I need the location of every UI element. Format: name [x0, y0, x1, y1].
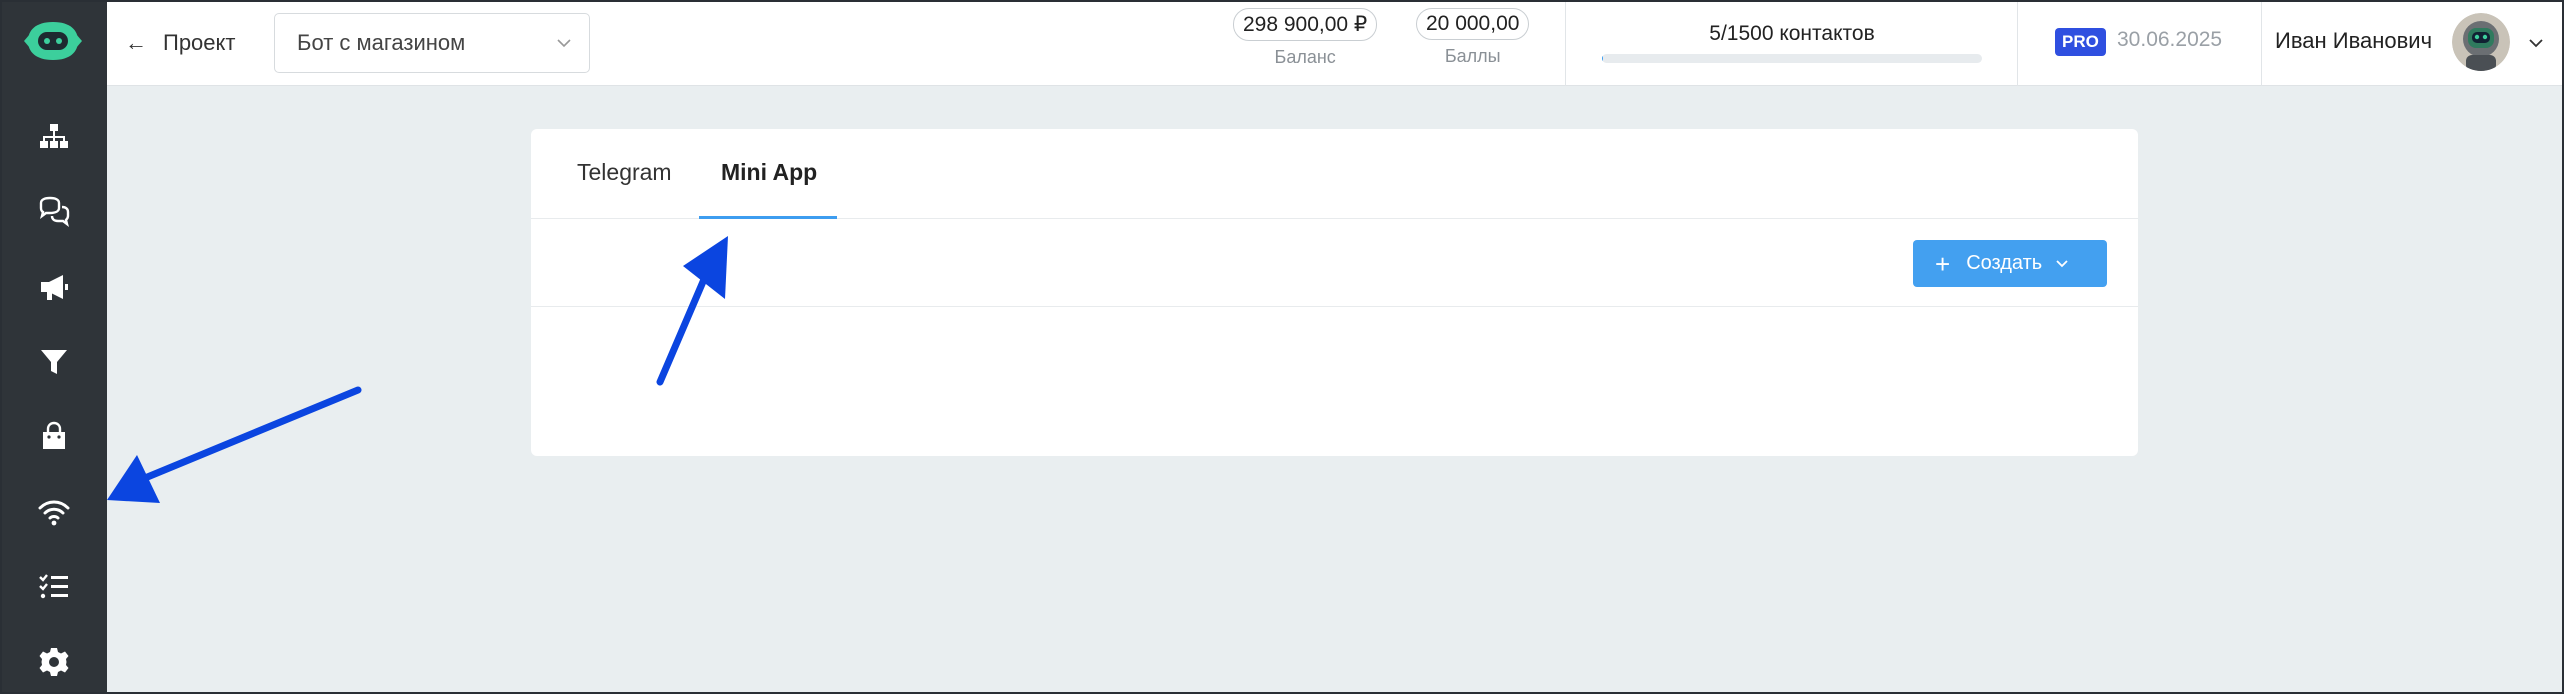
chevron-down-icon[interactable]	[2527, 34, 2545, 52]
balance-value: 298 900,00 ₽	[1233, 8, 1378, 41]
points-value: 20 000,00	[1416, 8, 1530, 40]
gear-icon[interactable]	[33, 641, 75, 683]
chat-bubbles-icon[interactable]	[33, 191, 75, 233]
divider	[2261, 0, 2262, 86]
tab-telegram[interactable]: Telegram	[577, 159, 672, 186]
contacts-count: 5/1500 контактов	[1709, 22, 1875, 45]
contacts-progress-bar	[1602, 54, 1982, 63]
megaphone-icon[interactable]	[33, 266, 75, 308]
bot-logo-icon[interactable]	[22, 18, 84, 64]
contacts-progress-fill	[1602, 54, 1604, 63]
tab-mini-app[interactable]: Mini App	[721, 159, 817, 186]
top-bar: ← Проект Бот с магазином 298 900,00 ₽ Ба…	[107, 0, 2564, 86]
chevron-down-icon	[2056, 259, 2068, 267]
create-button-label: Создать	[1966, 252, 2043, 274]
shopping-bag-icon[interactable]	[33, 416, 75, 458]
arrow-left-icon: ←	[125, 30, 147, 55]
pro-badge: PRO	[2055, 28, 2106, 56]
wifi-icon[interactable]	[33, 491, 75, 533]
divider	[1565, 0, 1566, 86]
filter-icon[interactable]	[33, 341, 75, 383]
annotation-arrow-sidebar	[107, 386, 362, 503]
balance-stat[interactable]: 298 900,00 ₽ Баланс	[1233, 8, 1378, 68]
user-name[interactable]: Иван Иванович	[2275, 28, 2432, 54]
points-label: Баллы	[1444, 46, 1501, 66]
create-button[interactable]: + Создать	[1913, 240, 2107, 287]
tabs-bar: Telegram Mini App	[531, 129, 2138, 219]
project-select-value: Бот с магазином	[297, 30, 466, 55]
mini-app-card: Telegram Mini App + Создать	[531, 129, 2138, 456]
points-stat[interactable]: 20 000,00 Баллы	[1416, 8, 1530, 67]
project-select[interactable]: Бот с магазином	[274, 13, 590, 73]
plus-icon: +	[1935, 248, 1951, 279]
divider	[2017, 0, 2018, 86]
back-label: Проект	[163, 30, 236, 55]
balance-label: Баланс	[1274, 47, 1336, 67]
avatar[interactable]	[2452, 13, 2510, 71]
chevron-down-icon	[557, 39, 571, 48]
checklist-icon[interactable]	[33, 566, 75, 608]
plan-expiry-date: 30.06.2025	[2117, 28, 2223, 51]
sitemap-icon[interactable]	[33, 116, 75, 158]
toolbar-row	[531, 219, 2138, 307]
sidebar	[0, 0, 107, 694]
back-to-project-link[interactable]: ← Проект	[125, 24, 235, 62]
